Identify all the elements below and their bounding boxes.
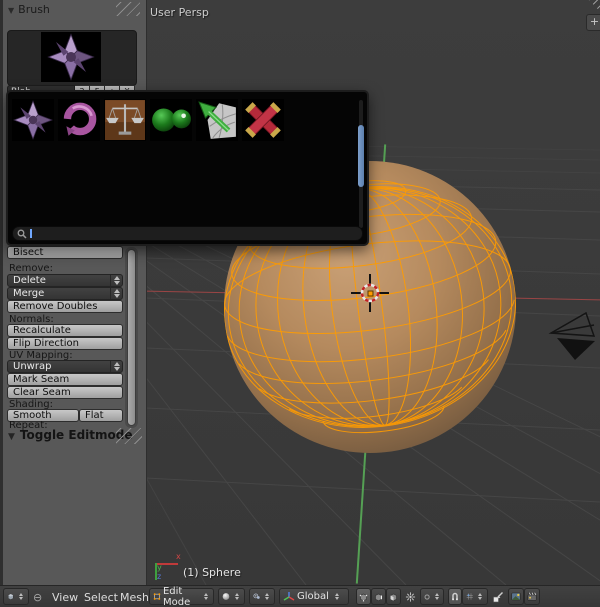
opengl-render-button[interactable] xyxy=(508,588,524,605)
face-select-button[interactable] xyxy=(386,588,401,605)
flat-button[interactable]: Flat xyxy=(79,409,123,422)
scales-brush-thumb[interactable] xyxy=(104,99,146,141)
clear-seam-button[interactable]: Clear Seam xyxy=(7,386,123,399)
stepper-arrows-icon xyxy=(202,593,210,600)
edge-select-button[interactable] xyxy=(371,588,386,605)
brush-thumbnail-row xyxy=(12,99,284,141)
purple-ring-brush-thumb[interactable] xyxy=(58,99,100,141)
gizmo-z-label: z xyxy=(157,572,162,581)
popup-scrollbar-thumb[interactable] xyxy=(358,125,364,187)
pivot-point-dropdown[interactable] xyxy=(249,588,275,605)
editor-type-dropdown[interactable] xyxy=(3,588,29,605)
stepper-arrows-icon xyxy=(110,275,122,286)
snap-magnet-button[interactable] xyxy=(448,588,462,605)
brush-panel-header[interactable]: ▼ Brush xyxy=(8,3,50,16)
stepper-arrows-icon xyxy=(433,593,440,600)
red-cross-brush-thumb[interactable] xyxy=(242,99,284,141)
flip-direction-button[interactable]: Flip Direction xyxy=(7,337,123,350)
edit-mode-icon xyxy=(153,593,161,600)
clapperboard-icon xyxy=(527,592,537,601)
green-spheres-brush-thumb[interactable] xyxy=(150,99,192,141)
spiky-star-brush-thumb[interactable] xyxy=(12,99,54,141)
magnet-icon xyxy=(452,592,458,601)
viewport-header: ⊖ View Select Mesh Edit Mode Global xyxy=(0,585,600,607)
stepper-arrows-icon xyxy=(233,593,241,600)
window-edge xyxy=(0,0,3,585)
stepper-arrows-icon xyxy=(110,361,122,372)
unwrap-dropdown[interactable]: Unwrap xyxy=(7,360,123,373)
panel-grip-icon[interactable] xyxy=(116,2,140,16)
active-object-info: (1) Sphere xyxy=(183,566,241,579)
edge-select-cube-icon xyxy=(375,593,383,601)
menu-select[interactable]: Select xyxy=(84,591,118,604)
panel-grip-icon[interactable] xyxy=(116,428,142,444)
merge-dropdown[interactable]: Merge xyxy=(7,287,123,300)
green-arrow-brush-thumb[interactable] xyxy=(196,99,238,141)
render-photo-icon xyxy=(511,592,521,601)
snap-increment-grid-icon xyxy=(466,593,473,600)
median-point-icon xyxy=(253,593,260,599)
view-label: User Persp xyxy=(150,6,209,19)
brush-preview-image xyxy=(41,32,101,82)
occlude-starburst-icon xyxy=(405,591,416,602)
panel-collapse-icon: ▼ xyxy=(8,432,15,442)
solid-shading-sphere-icon xyxy=(222,593,230,600)
vertex-select-cube-icon xyxy=(359,593,368,601)
orientation-dropdown[interactable]: Global xyxy=(279,588,349,605)
manipulator-axes-icon xyxy=(283,591,295,601)
axis-gizmo: x y z xyxy=(148,552,182,584)
opengl-render-anim-button[interactable] xyxy=(524,588,540,605)
shelf-scrollbar-thumb[interactable] xyxy=(127,249,136,426)
gizmo-x-label: x xyxy=(176,552,181,561)
toggle-editmode-panel-header[interactable]: ▼ Toggle Editmode xyxy=(8,428,132,442)
proportional-edit-dropdown[interactable] xyxy=(420,588,444,605)
brush-search-field[interactable] xyxy=(12,226,363,241)
menu-mesh[interactable]: Mesh xyxy=(120,591,149,604)
recalculate-button[interactable]: Recalculate xyxy=(7,324,123,337)
collapse-menus-icon[interactable]: ⊖ xyxy=(33,591,42,604)
stepper-arrows-icon xyxy=(264,593,272,600)
3d-cursor-icon xyxy=(351,274,389,312)
expand-properties-button[interactable]: + xyxy=(586,14,600,31)
panel-collapse-icon: ▼ xyxy=(8,6,15,15)
mark-seam-button[interactable]: Mark Seam xyxy=(7,373,123,386)
brush-preview[interactable] xyxy=(7,30,137,86)
occlude-geometry-button[interactable] xyxy=(403,588,418,605)
blender-window: User Persp + x y z (1) Sphere ▼ Brush Bi… xyxy=(0,0,600,607)
shelf-scrollbar[interactable] xyxy=(125,247,138,428)
proportional-off-circle-icon xyxy=(424,593,430,600)
viewport-3d[interactable]: User Persp + x y z (1) Sphere xyxy=(146,0,600,585)
delete-dropdown[interactable]: Delete xyxy=(7,274,123,287)
gizmo-y-label: y xyxy=(157,563,162,572)
mode-dropdown[interactable]: Edit Mode xyxy=(149,586,214,607)
brush-select-popup xyxy=(6,90,369,246)
snap-target-button[interactable] xyxy=(490,588,506,605)
bisect-button[interactable]: Bisect xyxy=(7,246,123,259)
menu-view[interactable]: View xyxy=(52,591,78,604)
snap-target-cube-icon xyxy=(493,591,503,602)
stepper-arrows-icon xyxy=(110,288,122,299)
tool-shelf: ▼Brush Blob xyxy=(0,0,147,585)
face-select-cube-icon xyxy=(390,593,397,601)
camera-object[interactable] xyxy=(546,308,600,364)
stepper-arrows-icon xyxy=(18,593,26,600)
remove-doubles-button[interactable]: Remove Doubles xyxy=(7,300,123,313)
editor-3d-view-icon xyxy=(8,593,14,600)
viewport-shading-dropdown[interactable] xyxy=(218,588,245,605)
stepper-arrows-icon xyxy=(332,593,343,600)
search-icon xyxy=(17,229,27,239)
stepper-arrows-icon xyxy=(477,593,485,600)
vertex-select-button[interactable] xyxy=(356,588,371,605)
spiky-star-brush-icon xyxy=(47,33,95,81)
remove-section-label: Remove: xyxy=(9,263,53,274)
snap-element-dropdown[interactable] xyxy=(462,588,488,605)
text-cursor xyxy=(30,229,32,238)
